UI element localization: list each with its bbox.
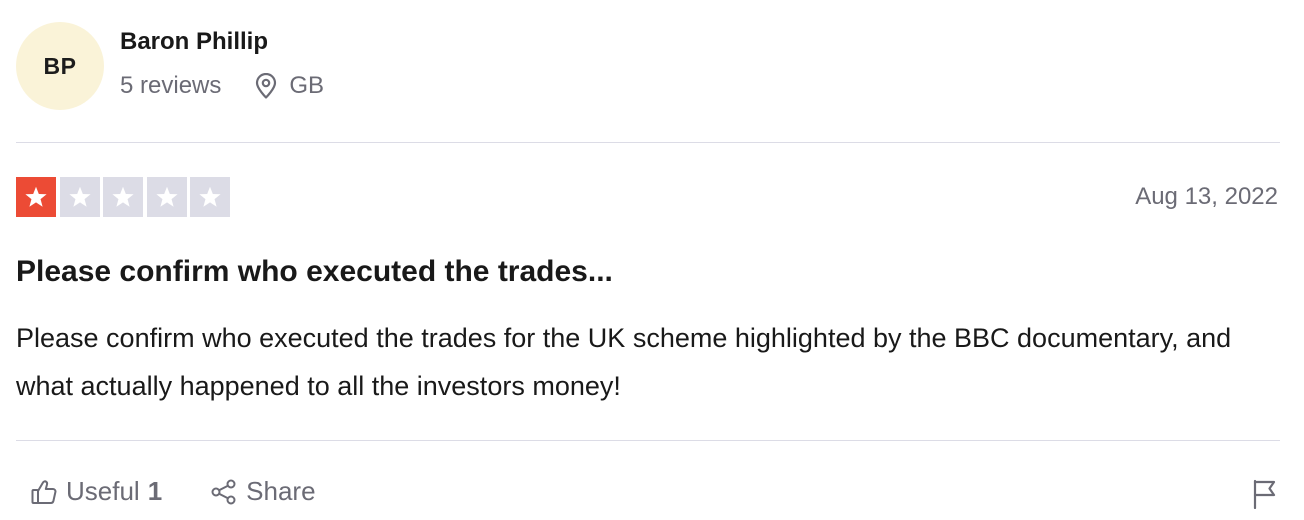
map-pin-icon	[256, 73, 277, 99]
report-flag-button[interactable]	[1252, 479, 1278, 514]
star-icon	[68, 186, 91, 207]
star-icon	[25, 186, 47, 207]
star-5	[190, 177, 230, 217]
review-actions: Useful 1 Share	[30, 476, 316, 507]
review-body: Please confirm who executed the trades f…	[16, 323, 1232, 401]
star-2	[59, 177, 100, 217]
consumer-info: Baron Phillip 5 reviews GB	[120, 22, 324, 101]
star-4	[146, 177, 187, 217]
thumbs-up-icon	[31, 479, 57, 504]
divider-top	[16, 142, 1280, 143]
review-count: 5 reviews	[120, 72, 222, 99]
consumer-meta: 5 reviews GB	[120, 71, 324, 101]
review-title[interactable]: Please confirm who executed the trades..…	[16, 252, 613, 292]
useful-count: 1	[147, 476, 163, 506]
share-icon	[211, 479, 236, 504]
star-icon	[155, 186, 178, 207]
useful-button[interactable]: Useful 1	[30, 476, 162, 507]
star-rating	[16, 177, 234, 217]
flag-icon	[1253, 479, 1276, 510]
useful-label: Useful	[66, 476, 140, 506]
country-label: GB	[289, 72, 325, 99]
share-label: Share	[246, 476, 316, 506]
review-date: Aug 13, 2022	[1135, 183, 1278, 210]
star-1	[16, 177, 56, 217]
share-button[interactable]: Share	[210, 476, 316, 507]
star-3	[103, 177, 143, 217]
location: GB	[255, 71, 324, 101]
consumer-name-link[interactable]: Baron Phillip	[120, 26, 324, 58]
consumer-header: BP Baron Phillip 5 reviews GB	[16, 22, 324, 112]
avatar[interactable]: BP	[16, 22, 104, 110]
star-icon	[199, 186, 221, 207]
star-icon	[112, 186, 134, 207]
divider-bottom	[16, 440, 1280, 441]
review-card: BP Baron Phillip 5 reviews GB Aug 13, 20…	[16, 0, 1280, 520]
